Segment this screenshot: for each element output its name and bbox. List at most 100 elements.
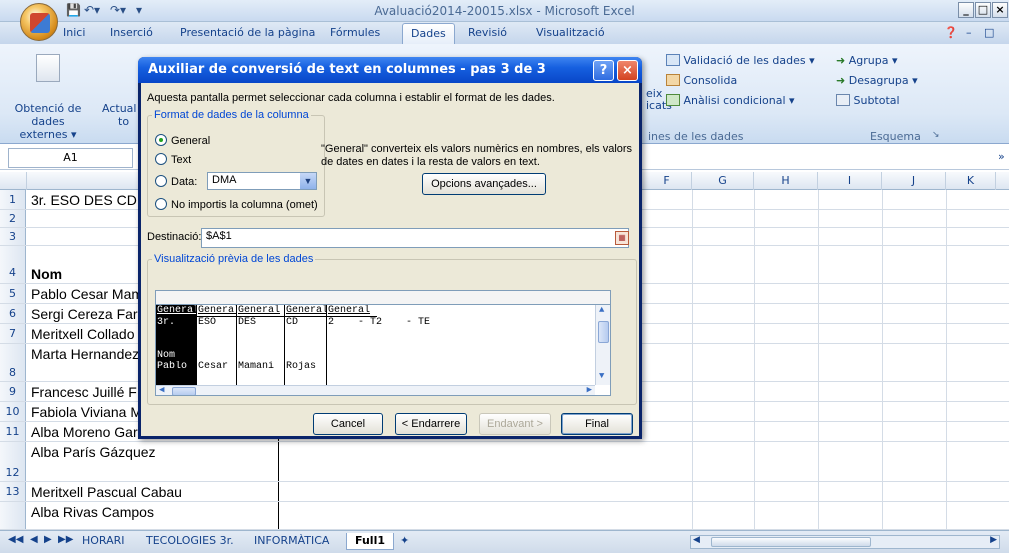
cell[interactable]: Meritxell Pascual Cabau [27, 482, 279, 501]
cell[interactable]: Alba Rivas Campos [27, 502, 279, 529]
row-header[interactable]: 2 [0, 210, 26, 227]
advanced-options-button[interactable]: Opcions avançades... [422, 173, 546, 195]
column-header-h[interactable]: H [754, 172, 818, 190]
radio-skip-column[interactable]: No importis la columna (omet) [155, 198, 318, 211]
row-header[interactable]: 13 [0, 482, 26, 501]
maximize-button[interactable]: □ [975, 2, 991, 18]
sheet-nav-last-icon[interactable]: ▶▶ [58, 534, 73, 545]
consolidate-button[interactable]: Consolida [666, 74, 737, 87]
close-button[interactable]: × [992, 2, 1008, 18]
expand-formula-bar-icon[interactable]: » [998, 150, 1005, 163]
ribbon-tabs: Inici Inserció Presentació de la pàgina … [0, 22, 1009, 44]
ribbon-restore-icon[interactable]: □ [984, 26, 994, 39]
scroll-right-icon[interactable]: ▶ [990, 535, 997, 545]
preview-scroll-thumb[interactable] [598, 321, 609, 343]
column-header-i[interactable]: I [818, 172, 882, 190]
preview-column-2[interactable]: General ESO Cesar [197, 305, 237, 395]
preview-scroll-right-icon[interactable]: ▶ [587, 385, 592, 395]
help-icon[interactable]: ❓ [944, 26, 958, 39]
name-box[interactable]: A1 [8, 148, 133, 168]
subtotal-button[interactable]: Subtotal [836, 94, 900, 107]
preview-scroll-left-icon[interactable]: ◀ [159, 385, 164, 395]
tab-insercio[interactable]: Inserció [110, 26, 153, 39]
preview-column-3[interactable]: General DES Mamani [237, 305, 285, 395]
scroll-down-icon[interactable]: ▼ [599, 371, 604, 381]
preview-column-1[interactable]: General 3r. Nom Pablo [156, 305, 197, 395]
scroll-left-icon[interactable]: ◀ [693, 535, 700, 545]
finish-button[interactable]: Final [561, 413, 633, 435]
row-header[interactable]: 9 [0, 382, 26, 401]
row-header[interactable]: 1 [0, 190, 26, 209]
tab-visualitzacio[interactable]: Visualització [536, 26, 605, 39]
sheet-tab-full1[interactable]: Full1 [346, 533, 394, 550]
row-header[interactable]: 4 [0, 246, 26, 283]
scrollbar-thumb[interactable] [711, 537, 871, 547]
preview-column-5[interactable]: General 2 - T2 - TE [327, 305, 593, 395]
next-button[interactable]: Endavant > [479, 413, 551, 435]
whatif-analysis-button[interactable]: Anàlisi condicional ▾ [666, 94, 795, 107]
ungroup-arrow-icon: ➜ [836, 74, 846, 87]
group-button[interactable]: ➜ Agrupa ▾ [836, 54, 897, 67]
row-header[interactable]: 8 [0, 344, 26, 381]
minimize-button[interactable]: _ [958, 2, 974, 18]
date-format-select[interactable]: DMA ▼ [207, 172, 317, 190]
data-validation-button[interactable]: Validació de les dades ▾ [666, 54, 815, 67]
row-header[interactable]: 7 [0, 324, 26, 343]
cell[interactable]: Alba París Gázquez [27, 442, 279, 481]
preview-vertical-scrollbar[interactable]: ▲ ▼ [595, 305, 610, 385]
data-tools-group-label: ines de les dades [648, 130, 744, 143]
radio-date[interactable]: Data: [155, 175, 197, 188]
ribbon-minimize-icon[interactable]: – [966, 26, 972, 39]
data-preview[interactable]: General 3r. Nom Pablo General ESO Cesar … [155, 304, 611, 396]
preview-column-4[interactable]: General CD Rojas [285, 305, 327, 395]
select-all-corner[interactable] [0, 172, 27, 190]
title-bar: 💾 ↶▾ ↷▾ ▾ Avaluació2014-20015.xlsx - Mic… [0, 0, 1009, 41]
row-header[interactable]: 10 [0, 402, 26, 421]
back-button[interactable]: < Endarrere [395, 413, 467, 435]
external-data-button[interactable]: Obtenció de dades externes ▾ [6, 102, 90, 141]
column-header-f[interactable]: F [642, 172, 692, 190]
insert-sheet-icon[interactable]: ✦ [392, 533, 417, 550]
sheet-tab-informatica[interactable]: INFORMÀTICA [246, 533, 337, 550]
sheet-nav-first-icon[interactable]: ◀◀ [8, 534, 23, 545]
preview-hscroll-thumb[interactable] [172, 387, 196, 395]
row-header[interactable]: 6 [0, 304, 26, 323]
tab-inici[interactable]: Inici [63, 26, 85, 39]
row-header[interactable]: 11 [0, 422, 26, 441]
refresh-button-partial[interactable]: Actual to [102, 102, 136, 128]
dialog-close-button[interactable]: × [617, 60, 638, 81]
consolidate-icon [666, 74, 680, 86]
sheet-tab-tecnologies[interactable]: TECOLOGIES 3r. [138, 533, 242, 550]
chevron-down-icon[interactable]: ▼ [300, 173, 316, 189]
cancel-button[interactable]: Cancel [313, 413, 383, 435]
office-button[interactable] [20, 3, 58, 41]
column-header-k[interactable]: K [946, 172, 996, 190]
horizontal-scrollbar[interactable]: ◀ ▶ [690, 535, 1000, 549]
sheet-nav-prev-icon[interactable]: ◀ [30, 534, 38, 545]
tab-formules[interactable]: Fórmules [330, 26, 380, 39]
external-data-icon [36, 54, 60, 82]
row-header[interactable] [0, 502, 26, 529]
collapse-dialog-icon[interactable]: ▦ [615, 231, 629, 245]
outline-dialog-launcher-icon[interactable]: ↘ [932, 130, 940, 140]
destination-input[interactable]: $A$1 [201, 228, 629, 248]
help-button[interactable]: ? [593, 60, 614, 81]
radio-text[interactable]: Text [155, 153, 191, 166]
tab-presentacio[interactable]: Presentació de la pàgina [180, 26, 315, 39]
radio-unselected-icon [155, 198, 167, 210]
row-header[interactable]: 12 [0, 442, 26, 481]
tab-dades[interactable]: Dades [402, 23, 455, 44]
sheet-nav-next-icon[interactable]: ▶ [44, 534, 52, 545]
outline-group-label: Esquema [870, 130, 921, 143]
scroll-up-icon[interactable]: ▲ [599, 305, 604, 315]
preview-horizontal-scrollbar[interactable]: ◀ ▶ [156, 385, 595, 395]
tab-revisio[interactable]: Revisió [468, 26, 507, 39]
column-header-g[interactable]: G [692, 172, 754, 190]
sheet-tab-horari[interactable]: HORARI [74, 533, 133, 550]
row-header[interactable]: 5 [0, 284, 26, 303]
row-header[interactable]: 3 [0, 228, 26, 245]
radio-general[interactable]: General [155, 134, 210, 147]
column-header-j[interactable]: J [882, 172, 946, 190]
dialog-title-bar: Auxiliar de conversió de text en columne… [138, 57, 642, 83]
ungroup-button[interactable]: ➜ Desagrupa ▾ [836, 74, 918, 87]
